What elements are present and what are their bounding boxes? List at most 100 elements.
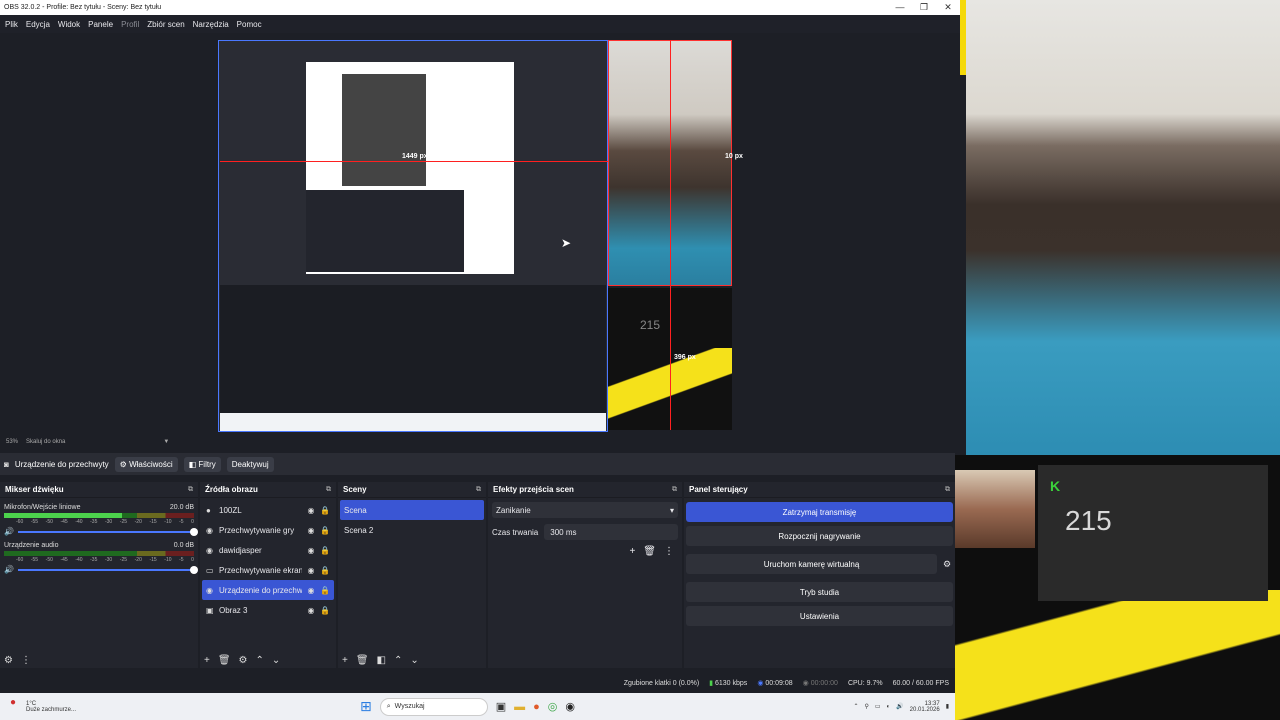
- network-icon[interactable]: ◐: [887, 704, 891, 710]
- start-recording-button[interactable]: Rozpocznij nagrywanie: [686, 526, 953, 546]
- clock[interactable]: 13:37 20.01.2026: [910, 701, 940, 713]
- arrow-down-icon[interactable]: ⌄: [272, 655, 280, 666]
- sources-dock: Źródła obrazu ⧉ ● 100ZL ◉ 🔒 ◉ Przechwytywanie…: [200, 482, 336, 668]
- channel-db: 0.0 dB: [173, 542, 194, 549]
- scene-item[interactable]: Scena: [340, 500, 484, 520]
- trash-icon[interactable]: 🗑: [643, 546, 656, 557]
- eye-icon[interactable]: ◉: [306, 586, 316, 595]
- deactivate-button[interactable]: Deaktywuj: [226, 456, 274, 472]
- gear-icon[interactable]: ⚙: [939, 559, 955, 570]
- source-item[interactable]: ◉ Urządzenie do przechwytywar ◉ 🔒: [202, 580, 334, 600]
- meter-tick: -35: [90, 557, 98, 563]
- task-view-icon[interactable]: ▣: [496, 700, 506, 713]
- scene-item[interactable]: Scena 2: [340, 520, 484, 540]
- studio-mode-button[interactable]: Tryb studia: [686, 582, 953, 602]
- menu-docks[interactable]: Panele: [88, 20, 113, 29]
- add-icon[interactable]: +: [204, 655, 210, 666]
- arrow-down-icon[interactable]: ⌄: [410, 655, 418, 666]
- volume-slider[interactable]: [17, 527, 198, 536]
- usb-icon[interactable]: ⚲: [864, 703, 868, 710]
- weather-widget[interactable]: 1°C Duże zachmurze...: [26, 701, 76, 713]
- menu-profile[interactable]: Profil: [121, 20, 139, 29]
- arrow-up-icon[interactable]: ⌃: [394, 655, 402, 666]
- menu-view[interactable]: Widok: [58, 20, 80, 29]
- close-button[interactable]: ✕: [936, 2, 960, 13]
- speaker-icon[interactable]: 🔊: [4, 565, 14, 574]
- windows-start-icon[interactable]: ⊞: [360, 698, 372, 715]
- slider-knob[interactable]: [190, 565, 198, 574]
- display-icon[interactable]: ▭: [875, 703, 881, 710]
- lock-icon[interactable]: 🔒: [320, 526, 330, 535]
- rec-time: ◉ 00:00:00: [802, 680, 838, 687]
- transition-select[interactable]: Zanikanie ▾: [492, 502, 678, 518]
- mixer-header: Mikser dźwięku ⧉: [0, 482, 198, 498]
- scenes-title: Sceny: [343, 485, 367, 494]
- start-virtual-camera-button[interactable]: Uruchom kamerę wirtualną: [686, 554, 937, 574]
- notifications-icon[interactable]: ▮: [946, 703, 949, 710]
- more-icon[interactable]: ⋮: [21, 655, 31, 666]
- obs-icon[interactable]: ◉: [565, 700, 575, 713]
- volume-icon[interactable]: 🔊: [896, 703, 903, 710]
- file-explorer-icon[interactable]: ▬: [514, 701, 525, 713]
- menu-edit[interactable]: Edycja: [26, 20, 50, 29]
- add-icon[interactable]: +: [342, 655, 348, 666]
- volume-slider[interactable]: [17, 565, 198, 574]
- source-item[interactable]: ◉ dawidjasper ◉ 🔒: [202, 540, 334, 560]
- minimize-button[interactable]: —: [888, 2, 912, 13]
- trash-icon[interactable]: 🗑: [356, 655, 369, 666]
- firefox-icon[interactable]: ●: [533, 701, 540, 713]
- eye-icon[interactable]: ◉: [306, 506, 316, 515]
- filters-label: Filtry: [198, 459, 216, 469]
- kick-logo-icon: K: [1050, 478, 1061, 494]
- menu-help[interactable]: Pomoc: [237, 20, 262, 29]
- tray-chevron-icon[interactable]: ⌃: [853, 703, 858, 710]
- bitrate: ▮ 6130 kbps: [709, 679, 747, 687]
- dock-float-icon[interactable]: ⧉: [326, 486, 331, 494]
- eye-icon[interactable]: ◉: [306, 546, 316, 555]
- dock-float-icon[interactable]: ⧉: [945, 486, 950, 494]
- menu-scene-collection[interactable]: Zbiór scen: [147, 20, 184, 29]
- lock-icon[interactable]: 🔒: [320, 606, 330, 615]
- lock-icon[interactable]: 🔒: [320, 586, 330, 595]
- source-label: 100ZL: [219, 505, 242, 515]
- sources-list: ● 100ZL ◉ 🔒 ◉ Przechwytywanie gry ◉ 🔒 ◉ dawidjasp…: [200, 498, 336, 622]
- lock-icon[interactable]: 🔒: [320, 546, 330, 555]
- gear-icon[interactable]: ⚙: [239, 655, 248, 666]
- eye-icon[interactable]: ◉: [306, 606, 316, 615]
- zoom-dropdown-icon[interactable]: ▼: [163, 439, 169, 445]
- eye-icon[interactable]: ◉: [306, 566, 316, 575]
- slider-knob[interactable]: [190, 527, 198, 536]
- filter-icon[interactable]: ◧: [377, 655, 386, 666]
- dock-float-icon[interactable]: ⧉: [188, 486, 193, 494]
- arrow-up-icon[interactable]: ⌃: [256, 655, 264, 666]
- zoom-value[interactable]: 53%: [6, 439, 18, 445]
- maximize-button[interactable]: ❐: [912, 2, 936, 13]
- source-item[interactable]: ◉ Przechwytywanie gry ◉ 🔒: [202, 520, 334, 540]
- properties-label: Właściwości: [129, 459, 173, 469]
- source-item[interactable]: ▣ Obraz 3 ◉ 🔒: [202, 600, 334, 620]
- settings-button[interactable]: Ustawienia: [686, 606, 953, 626]
- stop-stream-button[interactable]: Zatrzymaj transmisję: [686, 502, 953, 522]
- lock-icon[interactable]: 🔒: [320, 566, 330, 575]
- trash-icon[interactable]: 🗑: [218, 655, 231, 666]
- properties-button[interactable]: ⚙ Właściwości: [114, 456, 178, 472]
- lock-icon[interactable]: 🔒: [320, 506, 330, 515]
- chrome-icon[interactable]: ◎: [548, 700, 558, 713]
- zoom-fit-label[interactable]: Skaluj do okna: [26, 439, 65, 445]
- add-icon[interactable]: +: [629, 546, 635, 557]
- channel-name: Mikrofon/Wejście liniowe: [4, 504, 81, 511]
- dock-float-icon[interactable]: ⧉: [476, 486, 481, 494]
- duration-input[interactable]: 300 ms: [544, 524, 678, 540]
- dock-float-icon[interactable]: ⧉: [672, 486, 677, 494]
- source-item[interactable]: ▭ Przechwytywanie ekranu ◉ 🔒: [202, 560, 334, 580]
- more-icon[interactable]: ⋮: [664, 546, 674, 557]
- gear-icon[interactable]: ⚙: [4, 655, 13, 666]
- filters-button[interactable]: ◧ Filtry: [183, 456, 221, 472]
- taskbar-search[interactable]: ⌕ Wyszukaj: [379, 697, 488, 716]
- duration-row: Czas trwania 300 ms: [492, 524, 678, 540]
- speaker-icon[interactable]: 🔊: [4, 527, 14, 536]
- menu-tools[interactable]: Narzędzia: [193, 20, 229, 29]
- menu-file[interactable]: Plik: [5, 20, 18, 29]
- source-item[interactable]: ● 100ZL ◉ 🔒: [202, 500, 334, 520]
- eye-icon[interactable]: ◉: [306, 526, 316, 535]
